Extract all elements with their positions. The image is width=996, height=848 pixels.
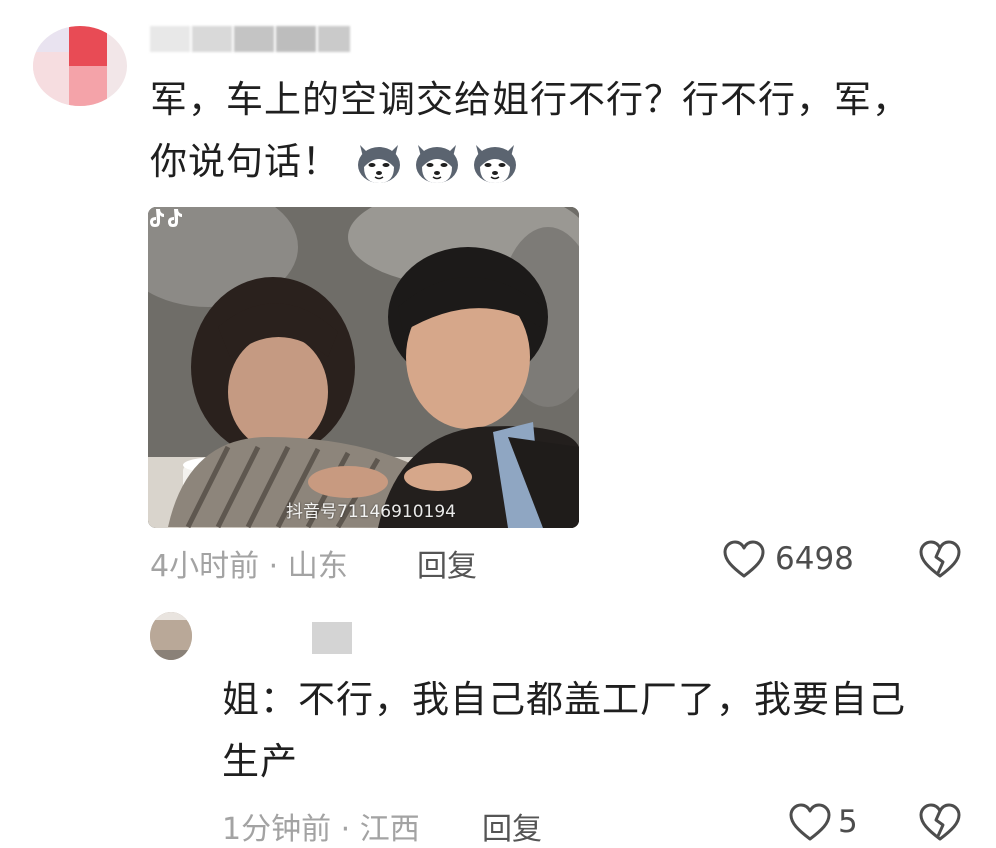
like-count: 5 [838, 804, 858, 840]
reply-button[interactable]: 回复 [482, 804, 542, 848]
husky-emoji-icon [416, 145, 458, 183]
comment-text-line: 生产 [222, 740, 298, 783]
comment-text-line-2: 你说句话！ [150, 140, 340, 183]
image-watermark: 抖音号71146910194 [286, 502, 456, 522]
husky-emoji-icon [474, 145, 516, 183]
comment-image[interactable]: 抖音号71146910194 [148, 207, 579, 528]
username-redacted[interactable] [150, 26, 350, 52]
comment-text-line: 你说句话！ [150, 134, 520, 190]
heart-outline-icon[interactable] [788, 803, 832, 843]
comment-text-line: 军，车上的空调交给姐行不行？行不行，军， [150, 78, 910, 121]
comment-thread: 军，车上的空调交给姐行不行？行不行，军， 你说句话！ 抖音号7114691019… [0, 0, 996, 848]
username-redacted[interactable] [312, 622, 352, 654]
comment-time-location: 1分钟前 · 江西 [222, 812, 420, 847]
comment-time-location: 4小时前 · 山东 [150, 549, 348, 584]
avatar[interactable] [150, 612, 192, 660]
emoji-group [354, 137, 520, 187]
broken-heart-icon[interactable] [918, 803, 962, 843]
tiktok-logo-icon [150, 209, 182, 227]
husky-emoji-icon [358, 145, 400, 183]
reply-button[interactable]: 回复 [417, 541, 477, 585]
comment-text-line: 姐：不行，我自己都盖工厂了，我要自己 [222, 678, 906, 721]
broken-heart-icon[interactable] [918, 540, 962, 580]
photo-illustration [148, 207, 579, 528]
avatar[interactable] [33, 26, 127, 106]
like-count: 6498 [775, 541, 854, 577]
heart-outline-icon[interactable] [722, 540, 766, 580]
